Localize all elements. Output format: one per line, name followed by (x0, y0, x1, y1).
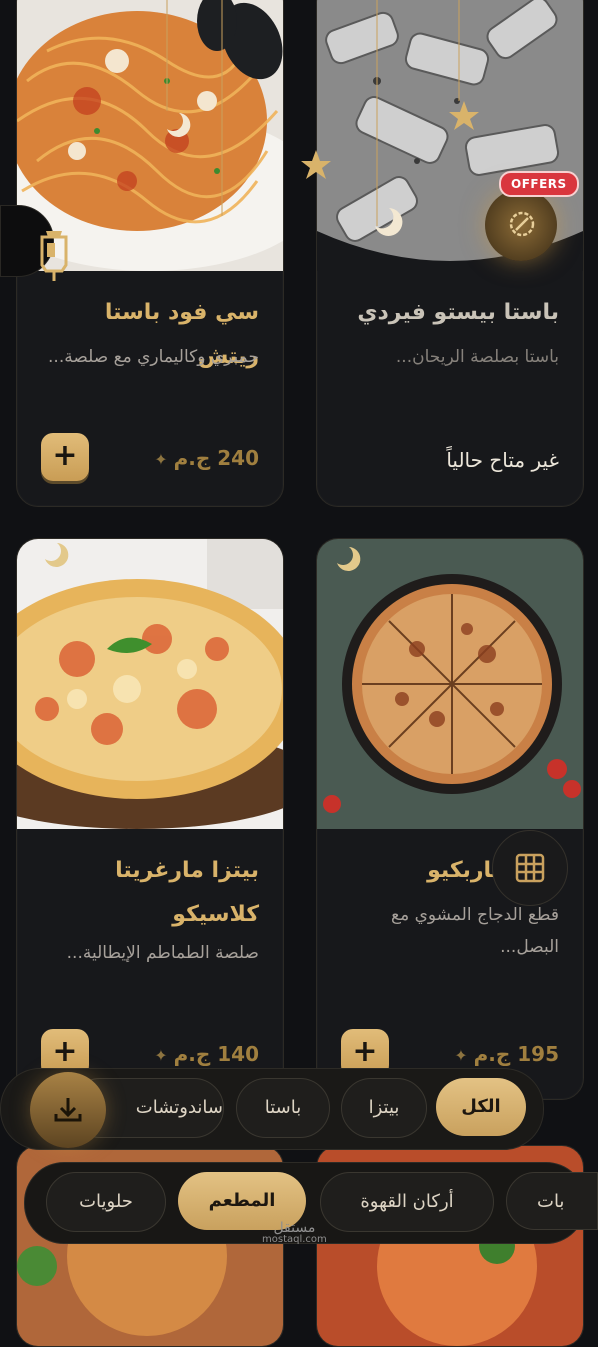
product-description: قطع الدجاج المشوي مع البصل... (391, 905, 559, 957)
category-tab-pasta[interactable]: باستا (236, 1078, 330, 1138)
offers-badge: OFFERS (499, 171, 579, 197)
price-value: 240 ج.م (173, 446, 259, 470)
product-price: 140 ج.م ✦ (154, 1042, 259, 1066)
lantern-icon (40, 231, 68, 281)
star-icon (301, 150, 331, 179)
sparkle-icon: ✦ (154, 450, 168, 469)
download-button[interactable] (30, 1072, 106, 1148)
product-card-bbq-chicken[interactable]: دجاج باربكيو قطع الدجاج المشوي مع البصل.… (316, 538, 584, 1100)
bbq-chicken-pizza-image (317, 539, 583, 829)
product-price: 195 ج.م ✦ (454, 1042, 559, 1066)
grid-view-button[interactable] (492, 830, 568, 906)
category-tab-all[interactable]: الكل (436, 1078, 526, 1136)
category-tab-pizza[interactable]: بيتزا (341, 1078, 427, 1138)
watermark-line1: مستقل (273, 1220, 316, 1236)
product-price: 240 ج.م ✦ (154, 446, 259, 470)
download-icon (54, 1098, 82, 1122)
sparkle-icon: ✦ (154, 1046, 168, 1065)
product-description: جمبري وكاليماري مع صلصة... (48, 347, 259, 367)
product-description: باستا بصلصة الريحان... (395, 347, 559, 367)
margherita-pizza-image (17, 539, 283, 829)
grid-icon (515, 853, 545, 883)
product-card-pesto-pasta[interactable]: OFFERS باستا بيستو فيردي باستا بصلصة الر… (316, 0, 584, 507)
availability-status: غير متاح حالياً (446, 448, 559, 472)
discount-icon (509, 211, 535, 237)
product-title: باستا بيستو فيردي (357, 300, 559, 325)
watermark-line2: mostaql.com (262, 1234, 327, 1245)
section-tab-partial[interactable]: بات (506, 1172, 598, 1230)
product-card-margherita-pizza[interactable]: بيتزا مارغريتا كلاسيكو صلصة الطماطم الإي… (16, 538, 284, 1100)
price-value: 140 ج.م (173, 1042, 259, 1066)
section-tab-desserts[interactable]: حلويات (46, 1172, 166, 1232)
product-title: بيتزا مارغريتا كلاسيكو (115, 858, 259, 927)
section-tab-coffee-corners[interactable]: أركان القهوة (320, 1172, 494, 1232)
product-description: صلصة الطماطم الإيطالية... (66, 943, 259, 963)
watermark: مستقل mostaql.com (262, 1220, 327, 1246)
price-value: 195 ج.م (473, 1042, 559, 1066)
sparkle-icon: ✦ (454, 1046, 468, 1065)
add-to-cart-button[interactable]: + (41, 433, 89, 481)
